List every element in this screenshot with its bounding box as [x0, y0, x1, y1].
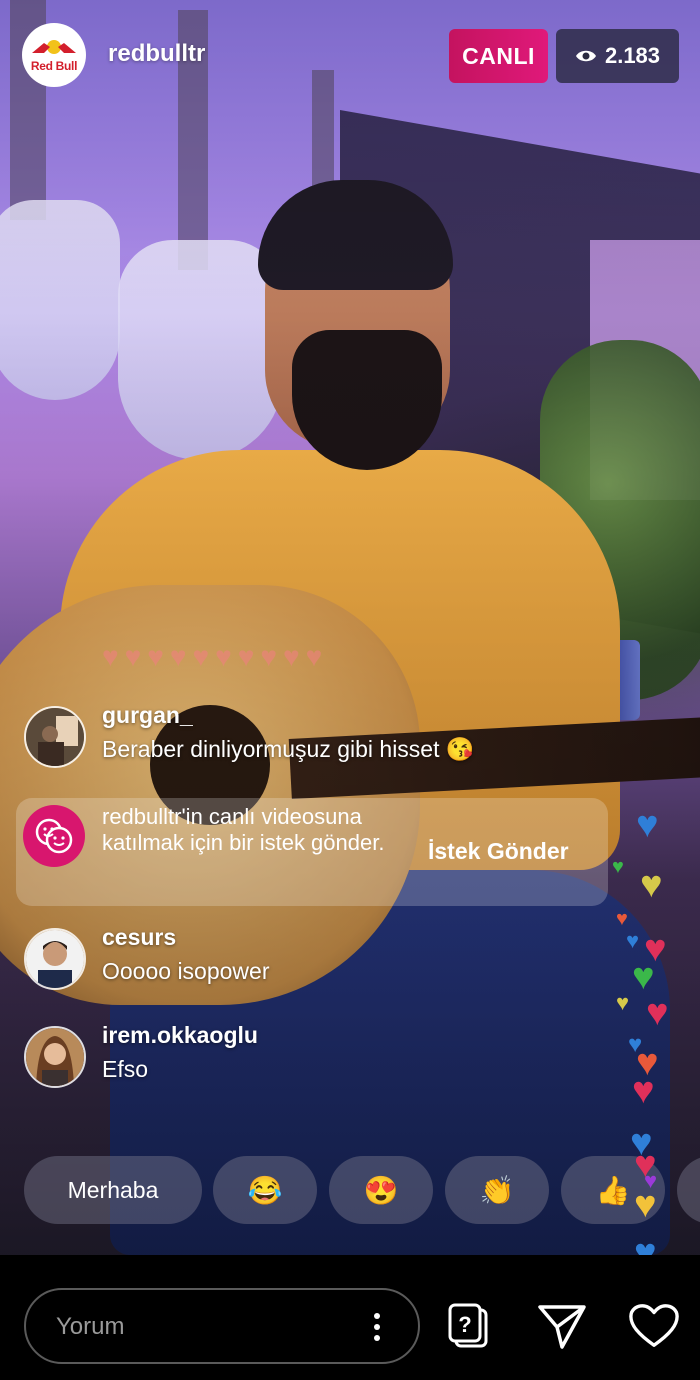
heart-eyes-emoji-icon: 😍 [363, 1174, 399, 1206]
faces-icon [23, 805, 85, 867]
request-text: redbulltr'in canlı videosuna katılmak iç… [102, 804, 385, 855]
red-bull-logo-icon [32, 40, 76, 54]
svg-text:?: ? [458, 1312, 471, 1337]
comment-item[interactable]: gurgan_ Beraber dinliyormuşuz gibi hisse… [24, 702, 584, 772]
logo-text: Red Bull [30, 59, 78, 73]
comment-text: Beraber dinliyormuşuz gibi hisset 😘 [102, 736, 475, 762]
heart-icon: ♥ [640, 864, 663, 906]
broadcaster-avatar[interactable]: Red Bull [22, 23, 86, 87]
comment-text: Ooooo isopower [102, 958, 270, 984]
avatar[interactable] [24, 1026, 86, 1088]
heart-icon: ♥ [632, 956, 655, 998]
join-request-card: redbulltr'in canlı videosuna katılmak iç… [16, 798, 608, 906]
heart-icon: ♥ [626, 928, 640, 953]
heart-icon[interactable] [628, 1298, 680, 1354]
laughing-emoji-icon: 😂 [247, 1174, 283, 1206]
more-icon[interactable] [362, 1304, 392, 1350]
send-request-button[interactable]: İstek Gönder [428, 838, 569, 865]
broadcaster-username[interactable]: redbulltr [108, 40, 205, 68]
comment-text: Efso [102, 1056, 149, 1082]
comment-item[interactable]: cesurs Ooooo isopower [24, 924, 584, 994]
heart-icon: ♥ [636, 804, 659, 846]
quick-reply-laugh[interactable]: 😂 [213, 1156, 317, 1224]
send-icon[interactable] [536, 1298, 588, 1354]
comment-username[interactable]: irem.okkaoglu [102, 1022, 258, 1049]
question-sticker-icon[interactable]: ? [444, 1298, 496, 1354]
live-badge: CANLI [449, 29, 548, 83]
quick-reply-heart-eyes[interactable]: 😍 [329, 1156, 433, 1224]
comment-username[interactable]: gurgan_ [102, 702, 193, 729]
viewer-count-badge[interactable]: 2.183 [556, 29, 679, 83]
quick-reply-clap[interactable]: 👏 [445, 1156, 549, 1224]
thumbs-up-emoji-icon: 👍 [595, 1174, 631, 1206]
heart-icon: ♥ [632, 1070, 655, 1112]
heart-icon: ♥ [612, 856, 624, 878]
avatar[interactable] [24, 928, 86, 990]
comment-field[interactable] [24, 1288, 420, 1364]
quick-reply-merhaba[interactable]: Merhaba [24, 1156, 202, 1224]
clap-emoji-icon: 👏 [479, 1174, 515, 1206]
live-label: CANLI [462, 42, 535, 69]
comment-input[interactable] [54, 1306, 358, 1348]
eye-icon [575, 50, 596, 62]
heart-icon: ♥ [646, 992, 669, 1034]
heart-icon: ♥ [634, 1184, 657, 1226]
quick-reply-label: Merhaba [67, 1176, 159, 1203]
avatar[interactable] [24, 706, 86, 768]
comment-username[interactable]: cesurs [102, 924, 176, 951]
comment-item[interactable]: irem.okkaoglu Efso [24, 1022, 584, 1092]
heart-icon: ♥ [616, 990, 630, 1015]
viewer-count: 2.183 [604, 43, 661, 68]
reaction-hearts-row: ♥ ♥ ♥ ♥ ♥ ♥ ♥ ♥ ♥ ♥ [102, 641, 323, 672]
